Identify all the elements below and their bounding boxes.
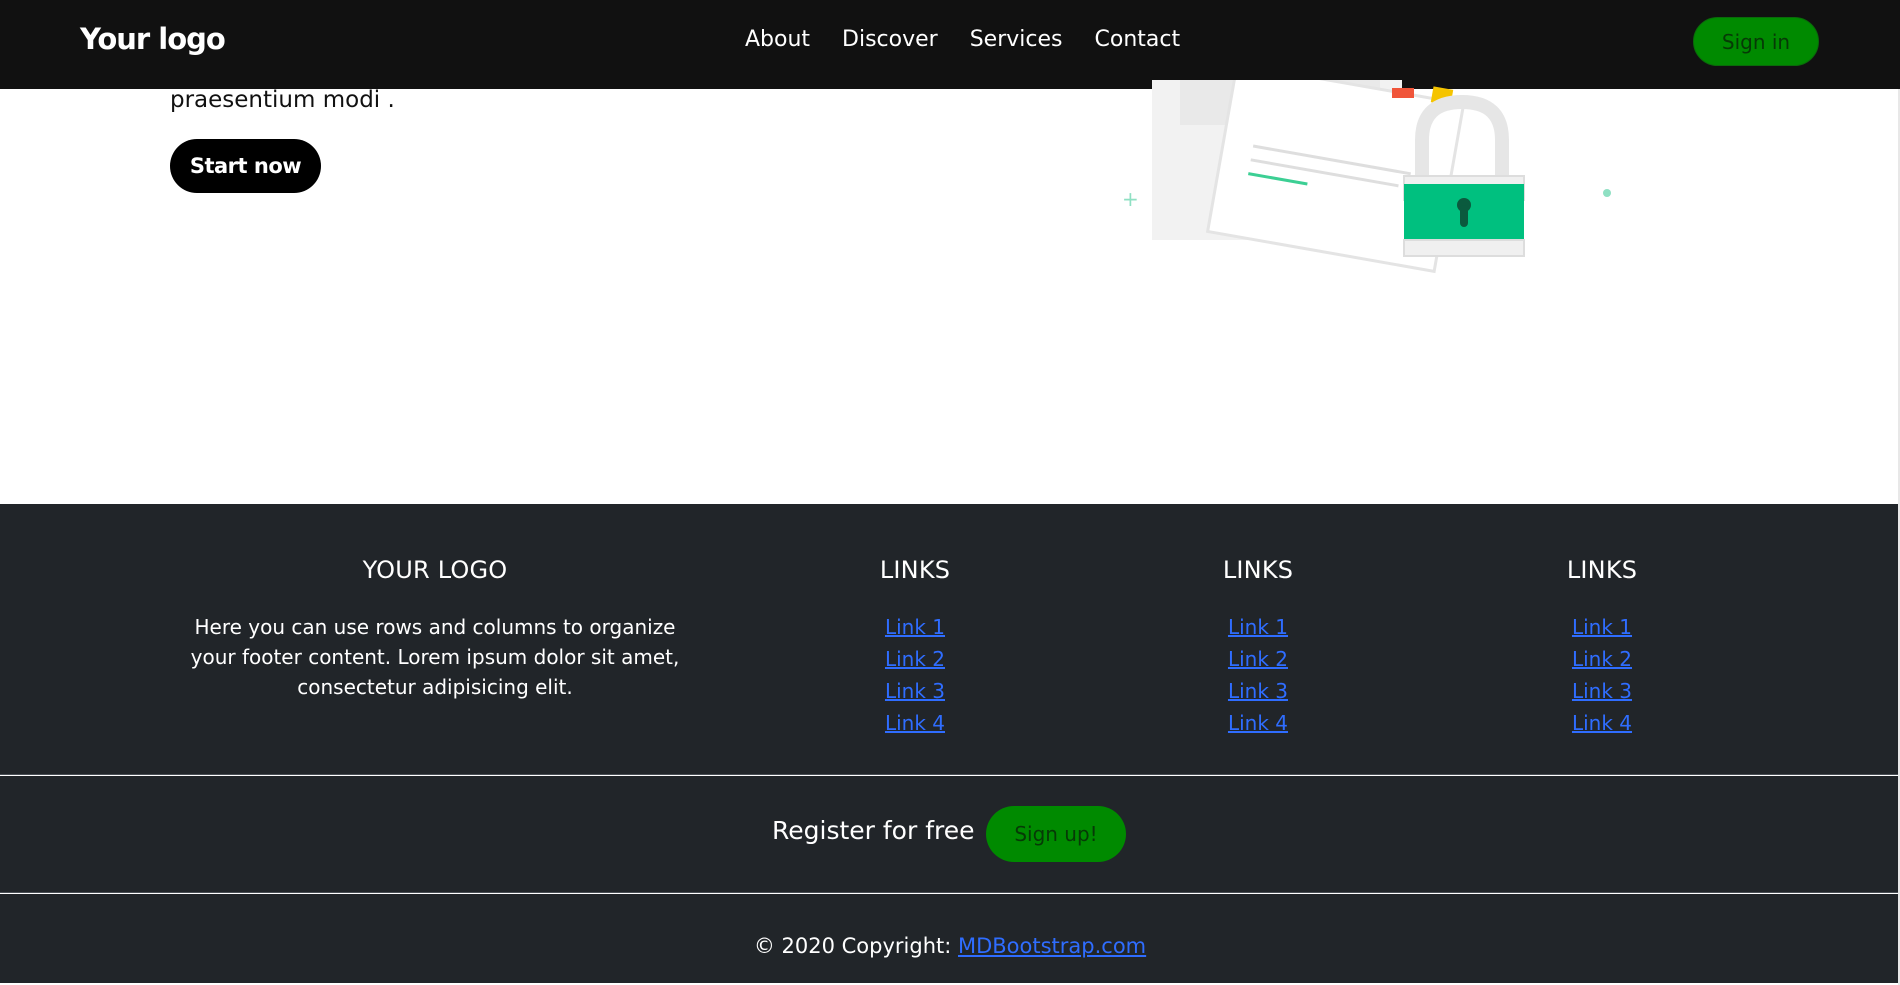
navbar: Your logo About Discover Services Contac… bbox=[0, 0, 1900, 89]
footer-link-list: Link 1 Link 2 Link 3 Link 4 bbox=[1158, 612, 1358, 740]
copyright-bar: © 2020 Copyright: MDBootstrap.com bbox=[0, 894, 1900, 985]
footer-description: Here you can use rows and columns to org… bbox=[190, 615, 680, 699]
nav-link-about[interactable]: About bbox=[745, 27, 810, 52]
footer-link[interactable]: Link 4 bbox=[1572, 711, 1632, 735]
signup-button[interactable]: Sign up! bbox=[986, 806, 1126, 862]
nav-logo[interactable]: Your logo bbox=[80, 22, 226, 56]
nav-link-discover[interactable]: Discover bbox=[842, 27, 938, 52]
nav-link-contact[interactable]: Contact bbox=[1095, 27, 1181, 52]
copyright-text: © 2020 Copyright: bbox=[753, 934, 958, 958]
footer-link-list: Link 1 Link 2 Link 3 Link 4 bbox=[815, 612, 1015, 740]
footer-link[interactable]: Link 3 bbox=[1572, 679, 1632, 703]
footer-link[interactable]: Link 2 bbox=[885, 647, 945, 671]
illustration-red-tab bbox=[1392, 88, 1414, 98]
footer: YOUR LOGO Here you can use rows and colu… bbox=[0, 504, 1900, 775]
footer-links-column-3: LINKS Link 1 Link 2 Link 3 Link 4 bbox=[1502, 556, 1702, 740]
footer-link[interactable]: Link 3 bbox=[885, 679, 945, 703]
hero-text: praesentium modi . bbox=[170, 87, 395, 113]
padlock-icon bbox=[1403, 94, 1525, 257]
decor-dot bbox=[1603, 189, 1611, 197]
footer-link[interactable]: Link 1 bbox=[1572, 615, 1632, 639]
footer-logo-title: YOUR LOGO bbox=[362, 556, 508, 584]
signin-button[interactable]: Sign in bbox=[1693, 17, 1819, 66]
footer-link[interactable]: Link 1 bbox=[1228, 615, 1288, 639]
footer-link[interactable]: Link 1 bbox=[885, 615, 945, 639]
svg-text:+: + bbox=[1122, 187, 1139, 211]
footer-link[interactable]: Link 4 bbox=[1228, 711, 1288, 735]
footer-links-column-2: LINKS Link 1 Link 2 Link 3 Link 4 bbox=[1158, 556, 1358, 740]
register-section: Register for free Sign up! bbox=[0, 776, 1900, 893]
start-now-button[interactable]: Start now bbox=[170, 139, 321, 193]
footer-links-column-1: LINKS Link 1 Link 2 Link 3 Link 4 bbox=[815, 556, 1015, 740]
footer-links-title: LINKS bbox=[1566, 556, 1638, 584]
copyright-link[interactable]: MDBootstrap.com bbox=[958, 934, 1146, 958]
footer-link[interactable]: Link 2 bbox=[1228, 647, 1288, 671]
footer-links-title: LINKS bbox=[1222, 556, 1294, 584]
footer-link[interactable]: Link 4 bbox=[885, 711, 945, 735]
nav-links: About Discover Services Contact bbox=[745, 27, 1212, 52]
footer-link[interactable]: Link 2 bbox=[1572, 647, 1632, 671]
footer-links-title: LINKS bbox=[879, 556, 951, 584]
footer-about-column: YOUR LOGO Here you can use rows and colu… bbox=[190, 556, 680, 702]
footer-link-list: Link 1 Link 2 Link 3 Link 4 bbox=[1502, 612, 1702, 740]
nav-link-services[interactable]: Services bbox=[970, 27, 1063, 52]
footer-link[interactable]: Link 3 bbox=[1228, 679, 1288, 703]
document-lock-illustration: + bbox=[1122, 80, 1611, 274]
register-label: Register for free bbox=[772, 816, 975, 845]
